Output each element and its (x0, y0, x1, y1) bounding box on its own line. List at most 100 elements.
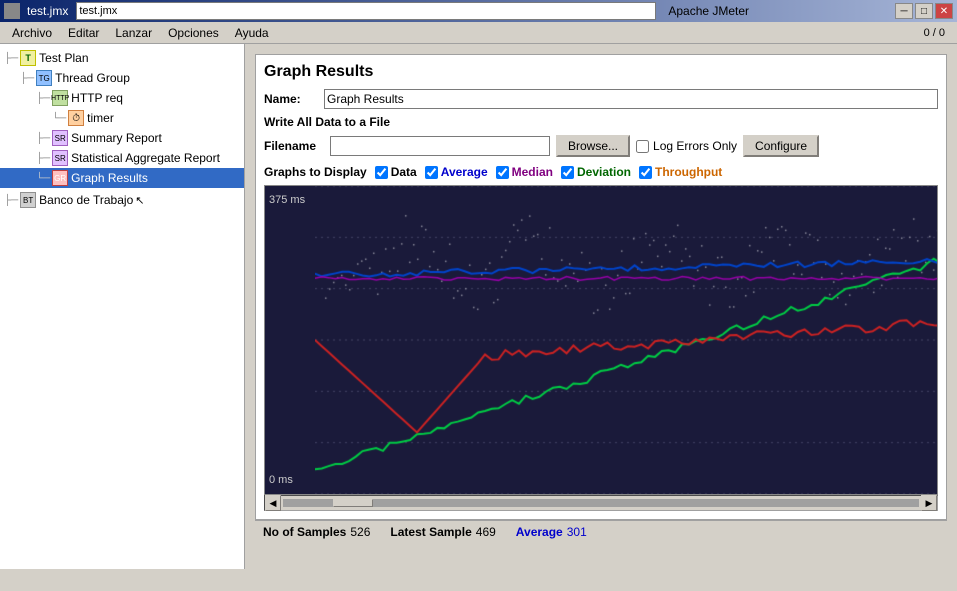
connector-graph: └─ (36, 173, 50, 184)
cursor-arrow: ↖ (135, 194, 144, 207)
name-row: Name: (264, 89, 938, 109)
sidebar-item-label: timer (87, 111, 114, 125)
throughput-label: Throughput (655, 165, 722, 179)
file-name-display: test.jmx (27, 4, 68, 18)
name-input[interactable] (324, 89, 938, 109)
sidebar-item-label: Test Plan (39, 51, 88, 65)
log-errors-row: Log Errors Only (636, 139, 737, 153)
sidebar: ├─ T Test Plan ├─ TG Thread Group ├─ HTT… (0, 44, 245, 569)
sidebar-item-test-plan[interactable]: ├─ T Test Plan (0, 48, 244, 68)
scrollbar-thumb[interactable] (333, 499, 373, 507)
scrollbar-track (283, 499, 919, 507)
sidebar-item-label: HTTP req (71, 91, 123, 105)
graph-canvas (315, 186, 938, 494)
no-samples-value: 526 (350, 525, 370, 539)
maximize-button[interactable]: □ (915, 3, 933, 19)
configure-button[interactable]: Configure (743, 135, 819, 157)
median-checkbox[interactable] (496, 166, 509, 179)
filename-input[interactable] (76, 2, 656, 20)
throughput-checkbox[interactable] (639, 166, 652, 179)
sidebar-item-label: Statistical Aggregate Report (71, 151, 220, 165)
page-counter: 0 / 0 (924, 27, 945, 39)
sidebar-item-http-req[interactable]: ├─ HTTP HTTP req (0, 88, 244, 108)
latest-sample-label: Latest Sample (390, 525, 471, 539)
menu-editar[interactable]: Editar (60, 24, 107, 42)
data-checkbox[interactable] (375, 166, 388, 179)
sidebar-item-label: Summary Report (71, 131, 162, 145)
report-icon: SR (52, 130, 68, 146)
sidebar-item-summary-report[interactable]: ├─ SR Summary Report (0, 128, 244, 148)
filename-label: Filename (264, 139, 324, 153)
no-samples-label: No of Samples (263, 525, 346, 539)
check-average: Average (425, 165, 488, 179)
average-stat-label: Average (516, 525, 563, 539)
graph-y-bottom: 0 ms (269, 474, 293, 486)
name-label: Name: (264, 92, 324, 106)
stat-average: Average 301 (516, 525, 587, 539)
data-label: Data (391, 165, 417, 179)
http-icon: HTTP (52, 90, 68, 106)
graph-scrollbar[interactable]: ◀ ▶ (264, 495, 938, 511)
stat-latest-sample: Latest Sample 469 (390, 525, 495, 539)
close-button[interactable]: ✕ (935, 3, 953, 19)
stat-no-samples: No of Samples 526 (263, 525, 370, 539)
panel-title: Graph Results (264, 63, 938, 81)
app-icon (4, 3, 20, 19)
sidebar-item-banco[interactable]: ├─ BT Banco de Trabajo ↖ (0, 190, 244, 210)
sidebar-item-label: Thread Group (55, 71, 130, 85)
timer-icon: ⏱ (68, 110, 84, 126)
deviation-checkbox[interactable] (561, 166, 574, 179)
check-median: Median (496, 165, 553, 179)
write-all-title: Write All Data to a File (264, 115, 938, 129)
check-data: Data (375, 165, 417, 179)
menu-ayuda[interactable]: Ayuda (227, 24, 277, 42)
scroll-right-btn[interactable]: ▶ (921, 495, 937, 511)
stat-report-icon: SR (52, 150, 68, 166)
connector-thread: ├─ (20, 73, 34, 84)
title-bar-left: test.jmx Apache JMeter (4, 2, 749, 20)
graphs-label: Graphs to Display (264, 165, 367, 179)
graph-display: 375 ms 0 ms (264, 185, 938, 495)
testplan-icon: T (20, 50, 36, 66)
deviation-label: Deviation (577, 165, 631, 179)
latest-sample-value: 469 (476, 525, 496, 539)
log-errors-label: Log Errors Only (653, 139, 737, 153)
main-layout: ├─ T Test Plan ├─ TG Thread Group ├─ HTT… (0, 44, 957, 569)
sidebar-item-graph-results[interactable]: └─ GR Graph Results (0, 168, 244, 188)
average-label: Average (441, 165, 488, 179)
menu-opciones[interactable]: Opciones (160, 24, 227, 42)
thread-icon: TG (36, 70, 52, 86)
scroll-left-btn[interactable]: ◀ (265, 495, 281, 511)
sidebar-item-label: Graph Results (71, 171, 148, 185)
graph-icon: GR (52, 170, 68, 186)
average-checkbox[interactable] (425, 166, 438, 179)
app-name: Apache JMeter (668, 4, 749, 18)
browse-button[interactable]: Browse... (556, 135, 630, 157)
menu-archivo[interactable]: Archivo (4, 24, 60, 42)
connector-timer: └─ (52, 113, 66, 124)
connector-http: ├─ (36, 93, 50, 104)
banco-icon: BT (20, 192, 36, 208)
check-throughput: Throughput (639, 165, 722, 179)
sidebar-item-statistical-report[interactable]: ├─ SR Statistical Aggregate Report (0, 148, 244, 168)
average-stat-value: 301 (567, 525, 587, 539)
connector-stat: ├─ (36, 153, 50, 164)
title-bar-buttons: ─ □ ✕ (895, 3, 953, 19)
graph-y-top: 375 ms (269, 194, 305, 206)
stats-bar: No of Samples 526 Latest Sample 469 Aver… (255, 520, 947, 569)
sidebar-item-thread-group[interactable]: ├─ TG Thread Group (0, 68, 244, 88)
log-errors-checkbox[interactable] (636, 140, 649, 153)
title-bar: test.jmx Apache JMeter ─ □ ✕ (0, 0, 957, 22)
sidebar-item-timer[interactable]: └─ ⏱ timer (0, 108, 244, 128)
median-label: Median (512, 165, 553, 179)
connector-testplan: ├─ (4, 53, 18, 64)
content-area: Graph Results Name: Write All Data to a … (245, 44, 957, 569)
check-deviation: Deviation (561, 165, 631, 179)
graphs-to-display-row: Graphs to Display Data Average Median De… (264, 165, 938, 179)
menu-bar: Archivo Editar Lanzar Opciones Ayuda 0 /… (0, 22, 957, 44)
sidebar-item-label: Banco de Trabajo (39, 193, 133, 207)
menu-lanzar[interactable]: Lanzar (107, 24, 160, 42)
connector-banco: ├─ (4, 195, 18, 206)
filename-field[interactable] (330, 136, 550, 156)
minimize-button[interactable]: ─ (895, 3, 913, 19)
